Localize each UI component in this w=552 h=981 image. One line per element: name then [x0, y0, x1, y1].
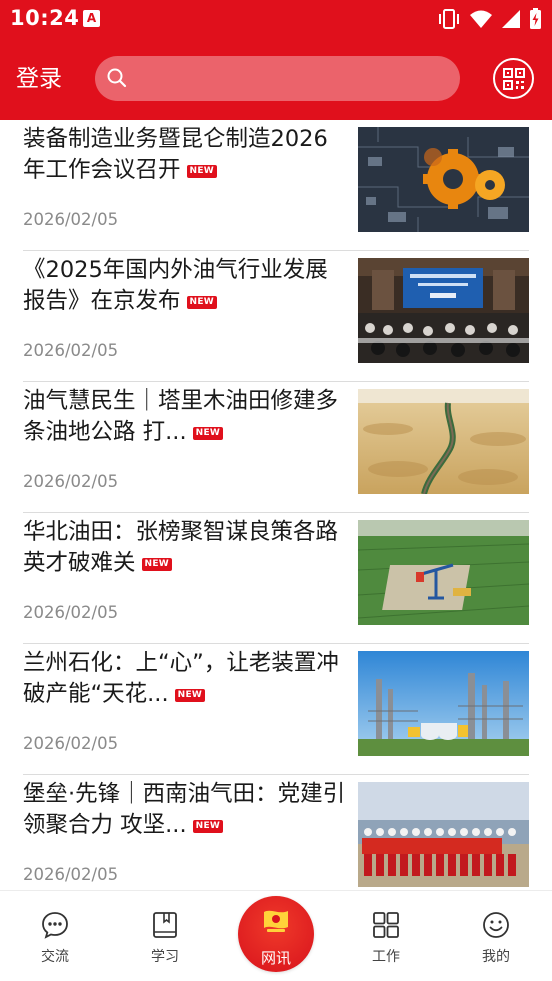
party-flag-logo-icon: [264, 910, 288, 932]
gears-circuit-board-image: [358, 127, 529, 232]
news-date: 2026/02/05: [23, 472, 119, 491]
oil-pumpjack-field-image: [358, 520, 529, 625]
smiley-face-icon: [483, 912, 509, 938]
nav-label: 学习: [151, 949, 179, 965]
news-thumbnail[interactable]: [358, 651, 529, 756]
news-item[interactable]: 华北油田：张榜聚智谋良策各路英才破难关 NEW 2026/02/05: [23, 513, 529, 644]
news-thumbnail[interactable]: [358, 389, 529, 494]
news-item[interactable]: 《2025年国内外油气行业发展报告》在京发布 NEW 2026/02/05: [23, 251, 529, 382]
news-title-text: 装备制造业务暨昆仑制造2026年工作会议召开: [23, 126, 328, 183]
nav-tab-mine[interactable]: 我的: [451, 891, 541, 981]
nav-label: 网讯: [260, 949, 291, 967]
nav-tab-study[interactable]: 学习: [120, 891, 210, 981]
nav-label: 交流: [41, 949, 69, 965]
news-date: 2026/02/05: [23, 734, 119, 753]
new-badge: NEW: [141, 558, 173, 571]
news-title: 堡垒·先锋｜西南油气田：党建引领聚合力 攻坚... NEW: [23, 779, 348, 841]
news-date: 2026/02/05: [23, 210, 119, 229]
search-icon: [107, 68, 127, 88]
news-list: 装备制造业务暨昆仑制造2026年工作会议召开 NEW 2026/02/05 《20…: [0, 120, 552, 890]
news-title-text: 油气慧民生｜塔里木油田修建多条油地公路 打...: [23, 388, 339, 445]
book-icon: [153, 912, 177, 938]
news-title-text: 华北油田：张榜聚智谋良策各路英才破难关: [23, 519, 339, 576]
news-title: 兰州石化：上“心”，让老装置冲破产能“天花... NEW: [23, 648, 348, 710]
news-item[interactable]: 堡垒·先锋｜西南油气田：党建引领聚合力 攻坚... NEW 2026/02/05: [23, 775, 529, 890]
app-header: 登录: [0, 38, 552, 120]
search-bar[interactable]: [95, 56, 460, 101]
chat-bubble-icon: [42, 912, 68, 939]
news-item[interactable]: 兰州石化：上“心”，让老装置冲破产能“天花... NEW 2026/02/05: [23, 644, 529, 775]
news-thumbnail[interactable]: [358, 520, 529, 625]
nav-label: 我的: [482, 949, 510, 965]
vibrate-icon: [439, 9, 459, 29]
nav-tab-chat[interactable]: 交流: [10, 891, 100, 981]
new-badge: NEW: [192, 427, 224, 440]
news-date: 2026/02/05: [23, 603, 119, 622]
new-badge: NEW: [186, 296, 218, 309]
news-title: 油气慧民生｜塔里木油田修建多条油地公路 打... NEW: [23, 386, 348, 448]
news-title-text: 堡垒·先锋｜西南油气田：党建引领聚合力 攻坚...: [23, 781, 346, 838]
signal-icon: [502, 10, 520, 28]
news-date: 2026/02/05: [23, 341, 119, 360]
desert-road-image: [358, 389, 529, 494]
news-title: 装备制造业务暨昆仑制造2026年工作会议召开 NEW: [23, 124, 348, 186]
team-with-banner-image: [358, 782, 529, 887]
login-button[interactable]: 登录: [16, 64, 62, 94]
qr-scan-button[interactable]: [493, 58, 534, 99]
app-notification-icon: A: [83, 10, 100, 27]
battery-charging-icon: [530, 8, 541, 29]
news-thumbnail[interactable]: [358, 127, 529, 232]
wifi-icon: [470, 10, 492, 28]
qr-code-icon: [502, 67, 525, 90]
news-thumbnail[interactable]: [358, 782, 529, 887]
refinery-plant-image: [358, 651, 529, 756]
news-title-text: 《2025年国内外油气行业发展报告》在京发布: [23, 257, 328, 314]
new-badge: NEW: [186, 165, 218, 178]
news-title: 《2025年国内外油气行业发展报告》在京发布 NEW: [23, 255, 348, 317]
nav-label: 工作: [372, 949, 400, 965]
news-thumbnail[interactable]: [358, 258, 529, 363]
news-title: 华北油田：张榜聚智谋良策各路英才破难关 NEW: [23, 517, 348, 579]
nav-tab-work[interactable]: 工作: [341, 891, 431, 981]
status-icons: [437, 8, 542, 30]
news-item[interactable]: 装备制造业务暨昆仑制造2026年工作会议召开 NEW 2026/02/05: [23, 120, 529, 251]
search-input[interactable]: [135, 56, 445, 101]
grid-apps-icon: [373, 912, 399, 938]
new-badge: NEW: [174, 689, 206, 702]
conference-hall-image: [358, 258, 529, 363]
nav-tab-news[interactable]: 网讯: [238, 896, 314, 972]
news-item[interactable]: 油气慧民生｜塔里木油田修建多条油地公路 打... NEW 2026/02/05: [23, 382, 529, 513]
status-bar: 10:24 A: [0, 0, 552, 38]
news-date: 2026/02/05: [23, 865, 119, 884]
status-time: 10:24: [10, 6, 80, 30]
new-badge: NEW: [192, 820, 224, 833]
